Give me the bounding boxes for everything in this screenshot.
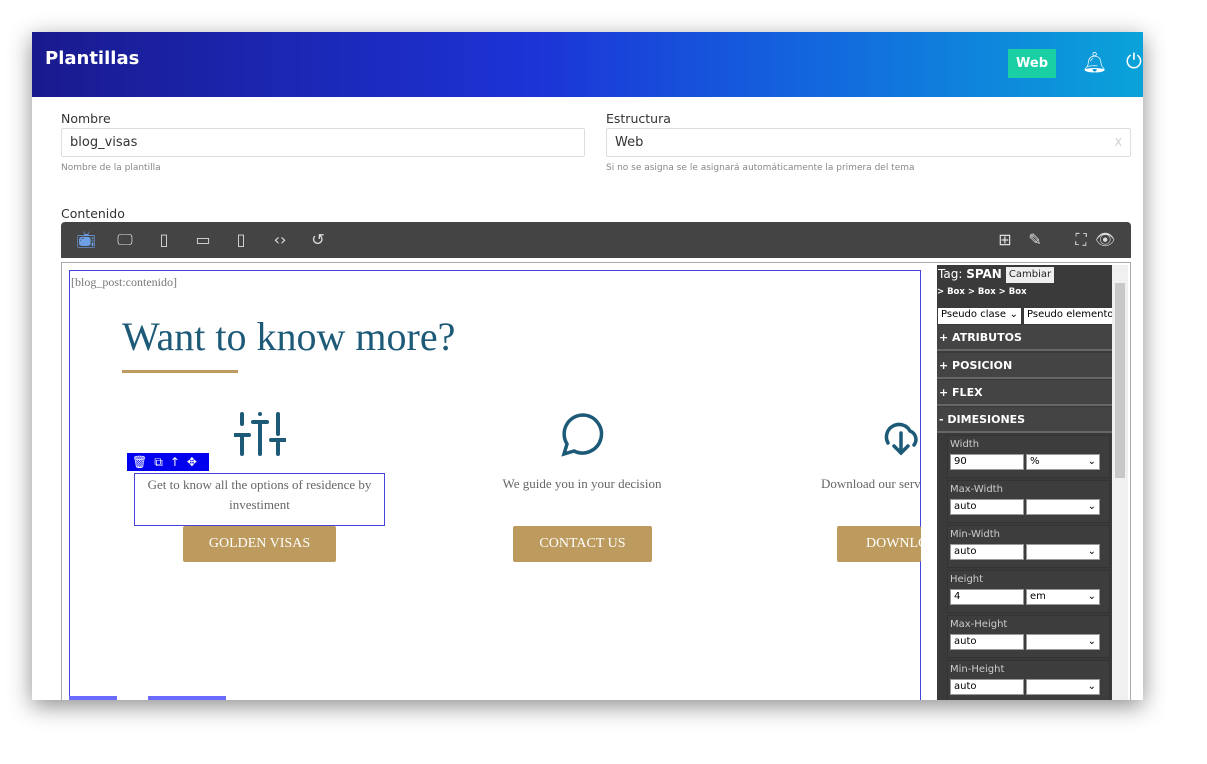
- nombre-label: Nombre: [61, 111, 111, 126]
- column-text[interactable]: Download our serv: [821, 474, 921, 494]
- heading-underline: [122, 370, 238, 373]
- pencil-icon[interactable]: ✎: [1025, 230, 1045, 249]
- chevron-down-icon: ⌄: [1087, 591, 1096, 602]
- pseudo-class-select[interactable]: Pseudo clase ⌄: [938, 308, 1021, 324]
- style-panel: Tag: SPAN Cambiar > Box > Box > Box Pseu…: [937, 265, 1112, 700]
- section-heading[interactable]: Want to know more?: [122, 313, 455, 360]
- contact-us-button[interactable]: CONTACT US: [513, 526, 652, 562]
- dimension-field-max-width: Max-Width auto ⌄: [947, 480, 1110, 523]
- mobile-icon[interactable]: ▯: [231, 230, 251, 249]
- tablet-landscape-icon[interactable]: ▭: [193, 230, 213, 249]
- tv-icon[interactable]: 📺︎: [76, 230, 96, 249]
- element-toolbar: 🗑︎ ⧉ ↑ ✥: [127, 453, 209, 471]
- web-badge-button[interactable]: Web: [1008, 49, 1056, 78]
- column-text[interactable]: Get to know all the options of residence…: [134, 473, 385, 526]
- section-flex[interactable]: + FLEX: [937, 380, 1112, 406]
- unit-select[interactable]: ⌄: [1026, 499, 1100, 515]
- field-label: Max-Height: [950, 619, 1008, 630]
- section-dimensiones[interactable]: - DIMESIONES: [937, 407, 1112, 433]
- estructura-value: Web: [615, 135, 644, 150]
- tag-label: Tag:: [938, 267, 963, 281]
- chevron-down-icon: ⌄: [1087, 501, 1096, 512]
- cloud-download-icon: [884, 422, 918, 456]
- placeholder-bar: [148, 696, 226, 700]
- field-label: Max-Width: [950, 484, 1003, 495]
- fullscreen-icon[interactable]: ⛶: [1071, 230, 1091, 250]
- section-posicion[interactable]: + POSICION: [937, 353, 1112, 379]
- undo-icon[interactable]: ↺: [308, 230, 328, 249]
- desktop-icon[interactable]: 🖵: [115, 230, 135, 250]
- tablet-icon[interactable]: ▯: [154, 230, 174, 249]
- change-tag-button[interactable]: Cambiar: [1006, 267, 1054, 283]
- unit-select[interactable]: ⌄: [1026, 634, 1100, 650]
- app-window: Plantillas Web 🔔︎ ⏻ Nombre blog_visas No…: [32, 32, 1143, 700]
- chat-bubble-icon: [561, 413, 604, 457]
- unit-value: em: [1030, 591, 1046, 602]
- tag-info: Tag: SPAN: [938, 267, 1002, 281]
- move-icon[interactable]: ✥: [187, 455, 197, 469]
- section-atributos[interactable]: + ATRIBUTOS: [937, 325, 1112, 351]
- unit-value: %: [1030, 456, 1040, 467]
- header: Plantillas Web 🔔︎ ⏻: [32, 32, 1143, 97]
- tag-name: SPAN: [966, 267, 1002, 281]
- content-placeholder[interactable]: [blog_post:contenido]: [71, 275, 177, 290]
- page-title: Plantillas: [45, 48, 140, 69]
- scrollbar-thumb[interactable]: [1115, 283, 1125, 478]
- contenido-label: Contenido: [61, 206, 125, 221]
- estructura-select[interactable]: Web X: [606, 128, 1131, 157]
- unit-select[interactable]: % ⌄: [1026, 454, 1100, 470]
- field-value-input[interactable]: 4: [950, 589, 1024, 605]
- bell-icon[interactable]: 🔔︎: [1082, 50, 1107, 74]
- nombre-help: Nombre de la plantilla: [61, 163, 161, 173]
- placeholder-bar: [69, 696, 117, 700]
- field-value-input[interactable]: 90: [950, 454, 1024, 470]
- chevron-down-icon: ⌄: [1087, 456, 1096, 467]
- eye-icon[interactable]: 👁︎: [1095, 230, 1115, 249]
- download-button[interactable]: DOWNLO: [837, 526, 921, 562]
- copy-icon[interactable]: ⧉: [154, 455, 163, 470]
- chevron-down-icon: ⌄: [1087, 546, 1096, 557]
- chevron-down-icon: ⌄: [1009, 309, 1018, 320]
- dimension-field-height: Height 4 em ⌄: [947, 570, 1110, 613]
- chevron-down-icon: ⌄: [1087, 636, 1096, 647]
- dimension-field-min-width: Min-Width auto ⌄: [947, 525, 1110, 568]
- dimension-field-width: Width 90 % ⌄: [947, 435, 1110, 478]
- code-icon[interactable]: ‹›: [270, 230, 290, 249]
- field-value-input[interactable]: auto: [950, 499, 1024, 515]
- dimension-field-min-height: Min-Height auto ⌄: [947, 660, 1110, 700]
- power-icon[interactable]: ⏻: [1126, 49, 1142, 73]
- component-icon[interactable]: ⊞: [995, 230, 1015, 249]
- unit-select[interactable]: em ⌄: [1026, 589, 1100, 605]
- estructura-label: Estructura: [606, 111, 671, 126]
- sliders-icon: [234, 412, 286, 456]
- clear-icon[interactable]: X: [1114, 136, 1122, 149]
- pseudo-element-select[interactable]: Pseudo elemento: [1024, 308, 1112, 324]
- field-value-input[interactable]: auto: [950, 634, 1024, 650]
- breadcrumb[interactable]: > Box > Box > Box: [937, 287, 1027, 297]
- field-value-input[interactable]: auto: [950, 544, 1024, 560]
- scrollbar[interactable]: [1112, 265, 1128, 700]
- trash-icon[interactable]: 🗑︎: [132, 455, 147, 469]
- nombre-input[interactable]: blog_visas: [61, 128, 585, 157]
- column-text[interactable]: We guide you in your decision: [462, 474, 702, 494]
- editor-toolbar: 📺︎ 🖵 ▯ ▭ ▯ ‹› ↺ ⊞ ✎ ⛶ 👁︎: [61, 222, 1131, 258]
- field-value-input[interactable]: auto: [950, 679, 1024, 695]
- golden-visas-button[interactable]: GOLDEN VISAS: [183, 526, 336, 562]
- unit-select[interactable]: ⌄: [1026, 679, 1100, 695]
- field-label: Width: [950, 439, 980, 450]
- chevron-down-icon: ⌄: [1087, 681, 1096, 692]
- arrow-up-icon[interactable]: ↑: [170, 455, 180, 469]
- field-label: Height: [950, 574, 984, 585]
- field-label: Min-Width: [950, 529, 1000, 540]
- field-label: Min-Height: [950, 664, 1005, 675]
- pseudo-class-value: Pseudo clase: [941, 309, 1006, 320]
- unit-select[interactable]: ⌄: [1026, 544, 1100, 560]
- dimension-field-max-height: Max-Height auto ⌄: [947, 615, 1110, 658]
- estructura-help: Si no se asigna se le asignará automátic…: [606, 163, 915, 173]
